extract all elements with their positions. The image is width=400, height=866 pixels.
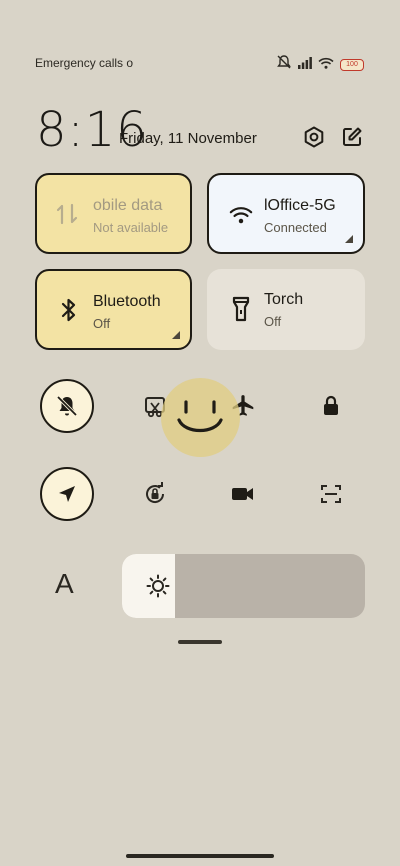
wifi-icon [229, 203, 253, 227]
edit-icon[interactable] [339, 124, 365, 150]
tile-bluetooth[interactable]: Bluetooth Off [35, 269, 192, 350]
font-size-button[interactable]: A [55, 568, 74, 600]
screen-recorder-toggle[interactable] [216, 467, 270, 521]
panel-drag-handle[interactable] [178, 640, 222, 644]
brightness-slider[interactable] [122, 554, 365, 618]
signal-icon [298, 56, 312, 74]
wifi-expand-indicator[interactable] [345, 235, 353, 243]
torch-icon [229, 296, 253, 322]
location-arrow-icon [59, 486, 75, 502]
battery-indicator: 100 [340, 58, 364, 71]
tile-torch[interactable]: Torch Off [207, 269, 365, 350]
mobile-data-icon [55, 202, 79, 226]
tile-wifi[interactable]: lOffice-5G Connected [207, 173, 365, 254]
settings-gear-icon[interactable] [301, 124, 327, 150]
wifi-status-icon [318, 56, 334, 74]
brightness-sun-icon [146, 574, 170, 603]
mobile-data-status: Not available [93, 220, 169, 235]
bluetooth-icon [57, 298, 81, 322]
rotation-lock-icon [146, 482, 165, 503]
lock-screen-toggle[interactable] [304, 379, 358, 433]
tile-mobile-data[interactable]: obile data Not available [35, 173, 192, 254]
mobile-data-label: obile data [93, 197, 163, 214]
lock-icon [324, 395, 338, 415]
touch-indicator-overlay [161, 378, 240, 457]
smiley-face-icon [177, 400, 223, 433]
video-camera-icon [232, 488, 253, 500]
torch-status: Off [264, 314, 282, 329]
gesture-navigation-bar[interactable] [126, 854, 274, 858]
bluetooth-expand-indicator[interactable] [172, 331, 180, 339]
wifi-status: Connected [264, 220, 327, 235]
torch-label: Torch [264, 291, 304, 308]
date-text: Friday, 11 November [119, 130, 257, 147]
wifi-network-name: lOffice-5G [264, 197, 336, 214]
rotation-lock-toggle[interactable] [128, 467, 182, 521]
muted-bell-icon [276, 55, 292, 74]
location-toggle[interactable] [40, 467, 94, 521]
silent-mode-toggle[interactable] [40, 379, 94, 433]
bluetooth-status: Off [93, 316, 111, 331]
bluetooth-label: Bluetooth [93, 293, 161, 310]
scanner-toggle[interactable] [304, 467, 358, 521]
status-icons: 100 [276, 55, 364, 74]
muted-bell-toggle-icon [56, 395, 78, 417]
scan-frame-icon [321, 485, 341, 503]
status-carrier-text: Emergency calls o [35, 56, 134, 70]
